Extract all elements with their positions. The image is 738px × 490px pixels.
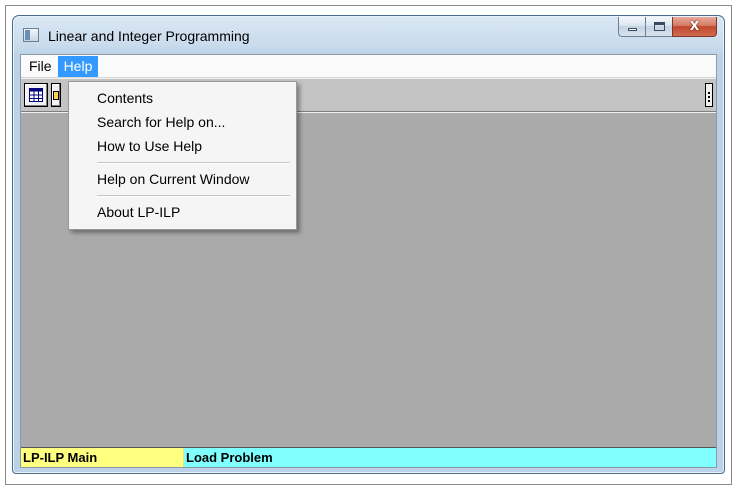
app-icon[interactable] (23, 28, 39, 42)
status-bar: LP-ILP Main Load Problem (21, 447, 716, 467)
menu-item-search-help[interactable]: Search for Help on... (71, 110, 294, 134)
window-title: Linear and Integer Programming (48, 28, 250, 44)
grid-icon (29, 88, 43, 102)
menu-item-contents[interactable]: Contents (71, 86, 294, 110)
help-dropdown-menu: Contents Search for Help on... How to Us… (68, 81, 297, 230)
status-right: Load Problem (184, 448, 716, 467)
minimize-icon (628, 28, 637, 31)
menu-file[interactable]: File (23, 56, 58, 77)
minimize-button[interactable] (618, 17, 645, 37)
menu-bar: File Help (21, 55, 716, 78)
caption-buttons: X (618, 17, 717, 37)
status-left: LP-ILP Main (21, 448, 184, 467)
maximize-icon (654, 22, 665, 31)
title-bar[interactable]: Linear and Integer Programming X (13, 16, 724, 53)
close-button[interactable]: X (672, 17, 717, 37)
close-icon: X (689, 19, 700, 33)
menu-item-how-to-use-help[interactable]: How to Use Help (71, 134, 294, 158)
menu-item-help-current-window[interactable]: Help on Current Window (71, 167, 294, 191)
folder-icon (53, 91, 59, 100)
folder-button[interactable] (51, 83, 61, 107)
menu-help[interactable]: Help (57, 55, 99, 77)
menu-separator (71, 191, 294, 200)
menu-separator (71, 158, 294, 167)
toolbar-grip-icon[interactable] (705, 83, 713, 107)
grid-button[interactable] (24, 83, 48, 107)
maximize-button[interactable] (645, 17, 672, 37)
menu-item-about[interactable]: About LP-ILP (71, 200, 294, 224)
